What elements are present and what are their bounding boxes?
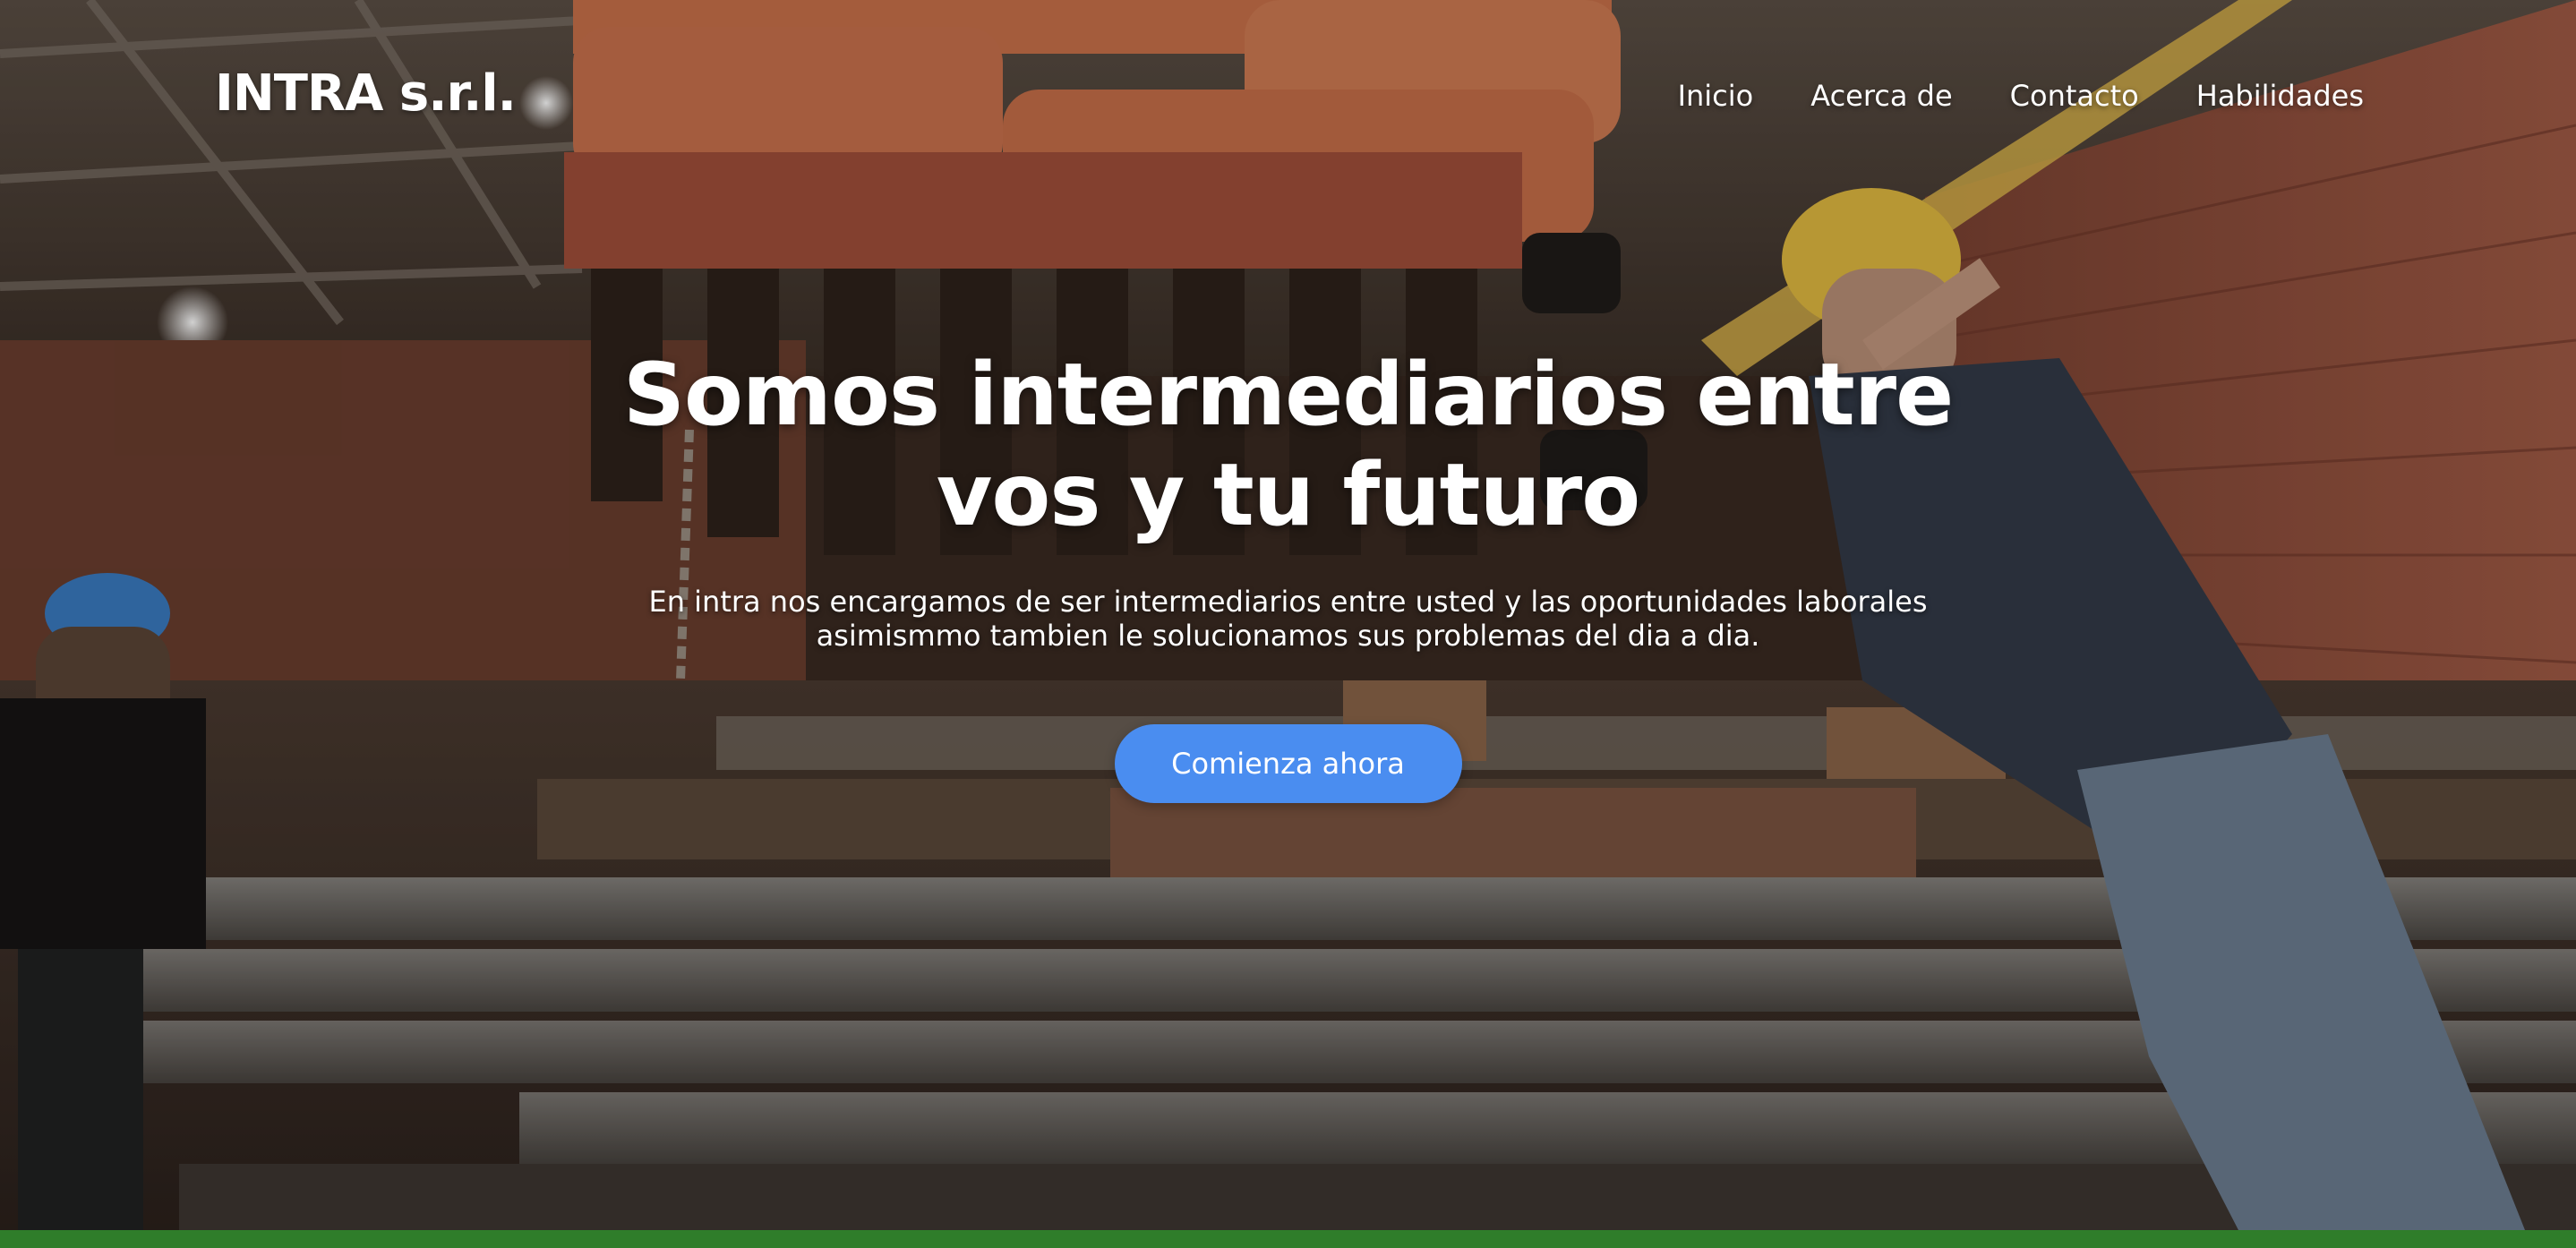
hero-subtitle: En intra nos encargamos de ser intermedi… [648, 585, 1928, 653]
start-now-button[interactable]: Comienza ahora [1114, 724, 1462, 803]
nav-item-inicio[interactable]: Inicio [1678, 79, 1754, 113]
site-header: INTRA s.r.l. Inicio Acerca de Contacto H… [0, 0, 2576, 197]
bottom-accent-bar [0, 1230, 2576, 1248]
nav-item-acerca-de[interactable]: Acerca de [1810, 79, 1952, 113]
nav-item-contacto[interactable]: Contacto [2010, 79, 2139, 113]
landing-page: INTRA s.r.l. Inicio Acerca de Contacto H… [0, 0, 2576, 1248]
hero-title: Somos intermediarios entre vos y tu futu… [622, 345, 1954, 545]
hero-section: Somos intermediarios entre vos y tu futu… [0, 345, 2576, 803]
site-logo[interactable]: INTRA s.r.l. [215, 64, 517, 123]
main-nav: Inicio Acerca de Contacto Habilidades [1678, 79, 2364, 113]
nav-item-habilidades[interactable]: Habilidades [2196, 79, 2364, 113]
